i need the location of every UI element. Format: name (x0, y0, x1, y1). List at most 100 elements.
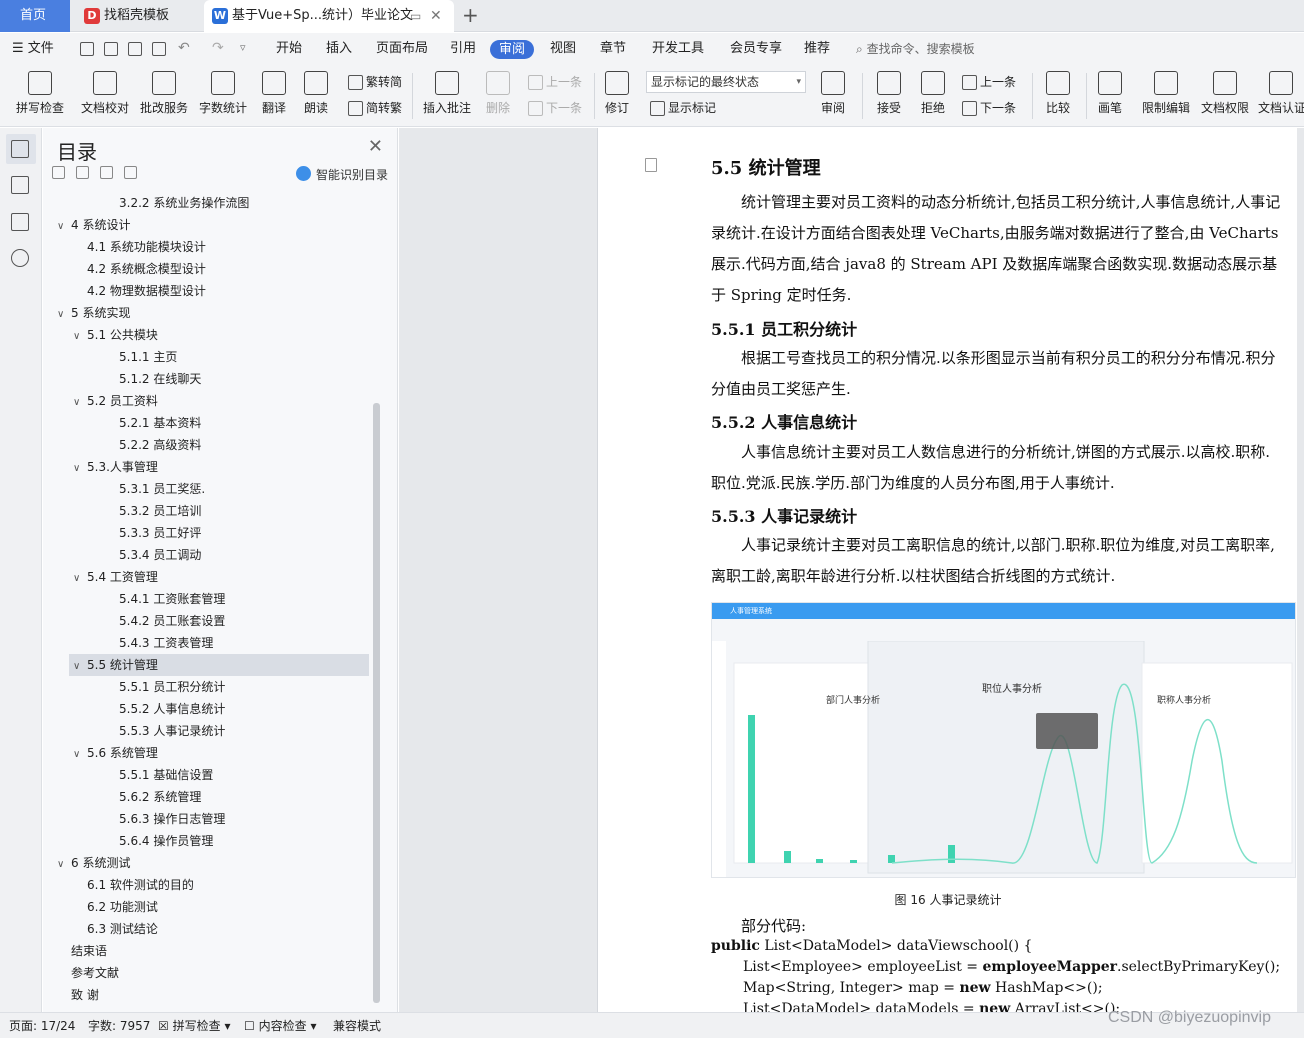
chevron-down-icon[interactable]: ∨ (57, 216, 71, 238)
doc-auth-button[interactable]: 文档认证 (1258, 69, 1304, 123)
menu-developer[interactable]: 开发工具 (652, 33, 704, 65)
toc-item[interactable]: 5.5.3 人事记录统计 (105, 720, 225, 742)
toc-item[interactable]: ∨ 5.4 工资管理 (73, 566, 158, 588)
page-indicator[interactable]: 页面: 17/24 (9, 1013, 75, 1038)
toc-item[interactable]: ∨ 5.1 公共模块 (73, 324, 158, 346)
chevron-down-icon[interactable]: ∨ (73, 458, 87, 480)
command-search[interactable]: ⌕ 查找命令、搜索模板 (856, 33, 975, 65)
next-change-button[interactable]: 下一条 (962, 98, 1016, 118)
toc-item[interactable]: 5.2.2 高级资料 (105, 434, 201, 456)
tab-document[interactable]: W 基于Vue+Sp...统计）毕业论文 ▭ ✕ (204, 0, 454, 32)
undo-icon[interactable]: ↶ (178, 40, 190, 56)
smart-detect-toc-button[interactable]: 智能识别目录 (295, 166, 388, 183)
toc-item[interactable]: ∨ 5.3.人事管理 (73, 456, 158, 478)
menu-review[interactable]: 审阅 (490, 40, 535, 59)
delete-comment-button[interactable]: 删除 (480, 69, 516, 123)
toc-item[interactable]: 参考文献 (57, 962, 119, 984)
toc-item[interactable]: ∨ 4 系统设计 (57, 214, 130, 236)
prev-comment-button[interactable]: 上一条 (528, 72, 582, 92)
toc-item[interactable]: 5.6.2 系统管理 (105, 786, 201, 808)
spell-check-status[interactable]: ☒ 拼写检查 ▾ (158, 1013, 230, 1038)
insert-comment-button[interactable]: 插入批注 (420, 69, 474, 123)
word-count-button[interactable]: 字数统计 (196, 69, 250, 123)
close-icon[interactable]: ✕ (368, 136, 383, 157)
toc-item[interactable]: 5.2.1 基本资料 (105, 412, 201, 434)
collapse-all-icon[interactable] (52, 166, 65, 179)
doc-check-button[interactable]: 文档校对 (78, 69, 132, 123)
content-check-status[interactable]: ☐ 内容检查 ▾ (244, 1013, 316, 1038)
next-comment-button[interactable]: 下一条 (528, 98, 582, 118)
translate-button[interactable]: 翻译 (256, 69, 292, 123)
export-pdf-icon[interactable] (104, 42, 118, 56)
menu-member[interactable]: 会员专享 (730, 33, 782, 65)
expand-up-icon[interactable] (76, 166, 89, 179)
toc-item[interactable]: ∨ 5.2 员工资料 (73, 390, 158, 412)
menu-recommend[interactable]: 推荐 (804, 33, 830, 65)
toc-item[interactable]: 5.4.2 员工账套设置 (105, 610, 225, 632)
chevron-down-icon[interactable]: ∨ (73, 326, 87, 348)
chevron-down-icon[interactable]: ∨ (57, 304, 71, 326)
chevron-down-icon[interactable]: ∨ (73, 744, 87, 766)
word-count-status[interactable]: 字数: 7957 (88, 1013, 150, 1038)
customize-toolbar-icon[interactable]: ▿ (240, 41, 246, 54)
toc-item[interactable]: 5.4.1 工资账套管理 (105, 588, 225, 610)
toc-item[interactable]: ∨ 6 系统测试 (57, 852, 130, 874)
ink-button[interactable]: 画笔 (1092, 69, 1128, 123)
reject-button[interactable]: 拒绝 (914, 69, 952, 123)
close-tab-icon[interactable]: ✕ (430, 0, 442, 32)
batch-service-button[interactable]: 批改服务 (138, 69, 190, 123)
revise-button[interactable]: 修订 (600, 69, 634, 123)
toc-item[interactable]: 5.3.1 员工奖惩. (105, 478, 205, 500)
spellcheck-button[interactable]: 拼写检查 (10, 69, 70, 123)
toc-scrollbar[interactable] (373, 403, 380, 1003)
new-tab-button[interactable]: + (462, 0, 479, 30)
toc-item[interactable]: 6.1 软件测试的目的 (73, 874, 194, 896)
menu-view[interactable]: 视图 (550, 33, 576, 65)
accept-button[interactable]: 接受 (870, 69, 908, 123)
trad-to-simp-button[interactable]: 繁转简 (348, 72, 402, 92)
print-icon[interactable] (128, 42, 142, 56)
toc-item[interactable]: ∨ 5 系统实现 (57, 302, 130, 324)
restrict-edit-button[interactable]: 限制编辑 (1140, 69, 1192, 123)
toc-item[interactable]: 4.2 系统概念模型设计 (73, 258, 206, 280)
toc-item[interactable]: 4.2 物理数据模型设计 (73, 280, 206, 302)
toc-item[interactable]: 5.4.3 工资表管理 (105, 632, 213, 654)
toc-item[interactable]: 结束语 (57, 940, 107, 962)
toc-item[interactable]: ∨ 5.6 系统管理 (73, 742, 158, 764)
toc-item[interactable]: 5.3.2 员工培训 (105, 500, 201, 522)
tab-template[interactable]: D 找稻壳模板 (74, 0, 200, 32)
window-icon[interactable]: ▭ (410, 0, 421, 32)
toc-item[interactable]: 5.5.1 基础信设置 (105, 764, 213, 786)
toc-item[interactable]: 6.2 功能测试 (73, 896, 158, 918)
toc-item[interactable]: 6.3 测试结论 (73, 918, 158, 940)
chevron-down-icon[interactable]: ∨ (73, 656, 87, 678)
add-entry-icon[interactable] (100, 166, 113, 179)
simp-to-trad-button[interactable]: 简转繁 (348, 98, 402, 118)
search-icon[interactable] (11, 249, 29, 267)
read-aloud-button[interactable]: 朗读 (298, 69, 334, 123)
save-icon[interactable] (80, 42, 94, 56)
paragraph-icon[interactable] (645, 158, 657, 172)
toc-item[interactable]: 5.6.3 操作日志管理 (105, 808, 225, 830)
toc-item[interactable]: 5.1.1 主页 (105, 346, 177, 368)
toc-item[interactable]: ∨ 5.5 统计管理 (69, 654, 369, 676)
redo-icon[interactable]: ↷ (212, 40, 224, 56)
menu-page-layout[interactable]: 页面布局 (376, 33, 428, 65)
toc-item[interactable]: 5.3.4 员工调动 (105, 544, 201, 566)
toc-item[interactable]: 5.3.3 员工好评 (105, 522, 201, 544)
compare-button[interactable]: 比较 (1040, 69, 1076, 123)
chevron-down-icon[interactable]: ∨ (73, 568, 87, 590)
show-markup-button[interactable]: 显示标记 (650, 98, 716, 118)
doc-rights-button[interactable]: 文档权限 (1198, 69, 1252, 123)
review-pane-button[interactable]: 审阅 (814, 69, 852, 123)
toc-item[interactable]: 5.5.2 人事信息统计 (105, 698, 225, 720)
file-menu[interactable]: ☰ 文件 (12, 33, 54, 65)
section-nav-icon[interactable] (11, 176, 29, 194)
menu-references[interactable]: 引用 (450, 33, 476, 65)
toc-item[interactable]: 4.1 系统功能模块设计 (73, 236, 206, 258)
tab-home[interactable]: 首页 (0, 0, 70, 32)
bookmark-icon[interactable] (11, 213, 29, 231)
print-preview-icon[interactable] (152, 42, 166, 56)
prev-change-button[interactable]: 上一条 (962, 72, 1016, 92)
markup-state-select[interactable]: 显示标记的最终状态 ▾ (646, 71, 806, 93)
